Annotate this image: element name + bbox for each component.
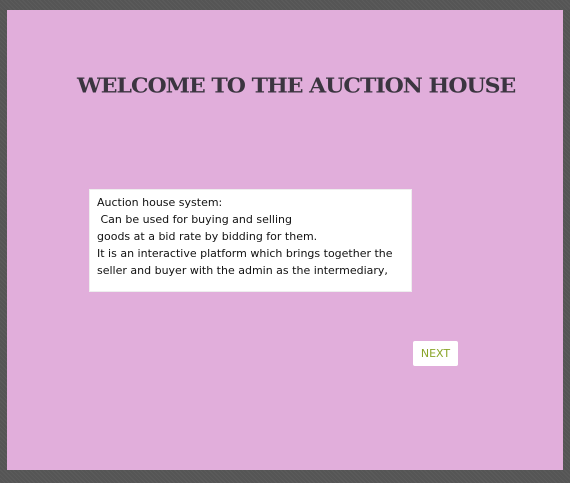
description-text-area[interactable]: Auction house system: Can be used for bu… <box>89 189 412 292</box>
description-line: Auction house system: <box>97 196 223 209</box>
description-line: It is an interactive platform which brin… <box>97 247 393 260</box>
next-button[interactable]: NEXT <box>413 341 458 366</box>
description-line: Can be used for buying and selling <box>97 213 292 226</box>
description-line: seller and buyer with the admin as the i… <box>97 264 388 277</box>
page-title: WELCOME TO THE AUCTION HOUSE <box>77 74 516 98</box>
main-window: WELCOME TO THE AUCTION HOUSE Auction hou… <box>7 10 563 470</box>
description-line: goods at a bid rate by bidding for them. <box>97 230 318 243</box>
